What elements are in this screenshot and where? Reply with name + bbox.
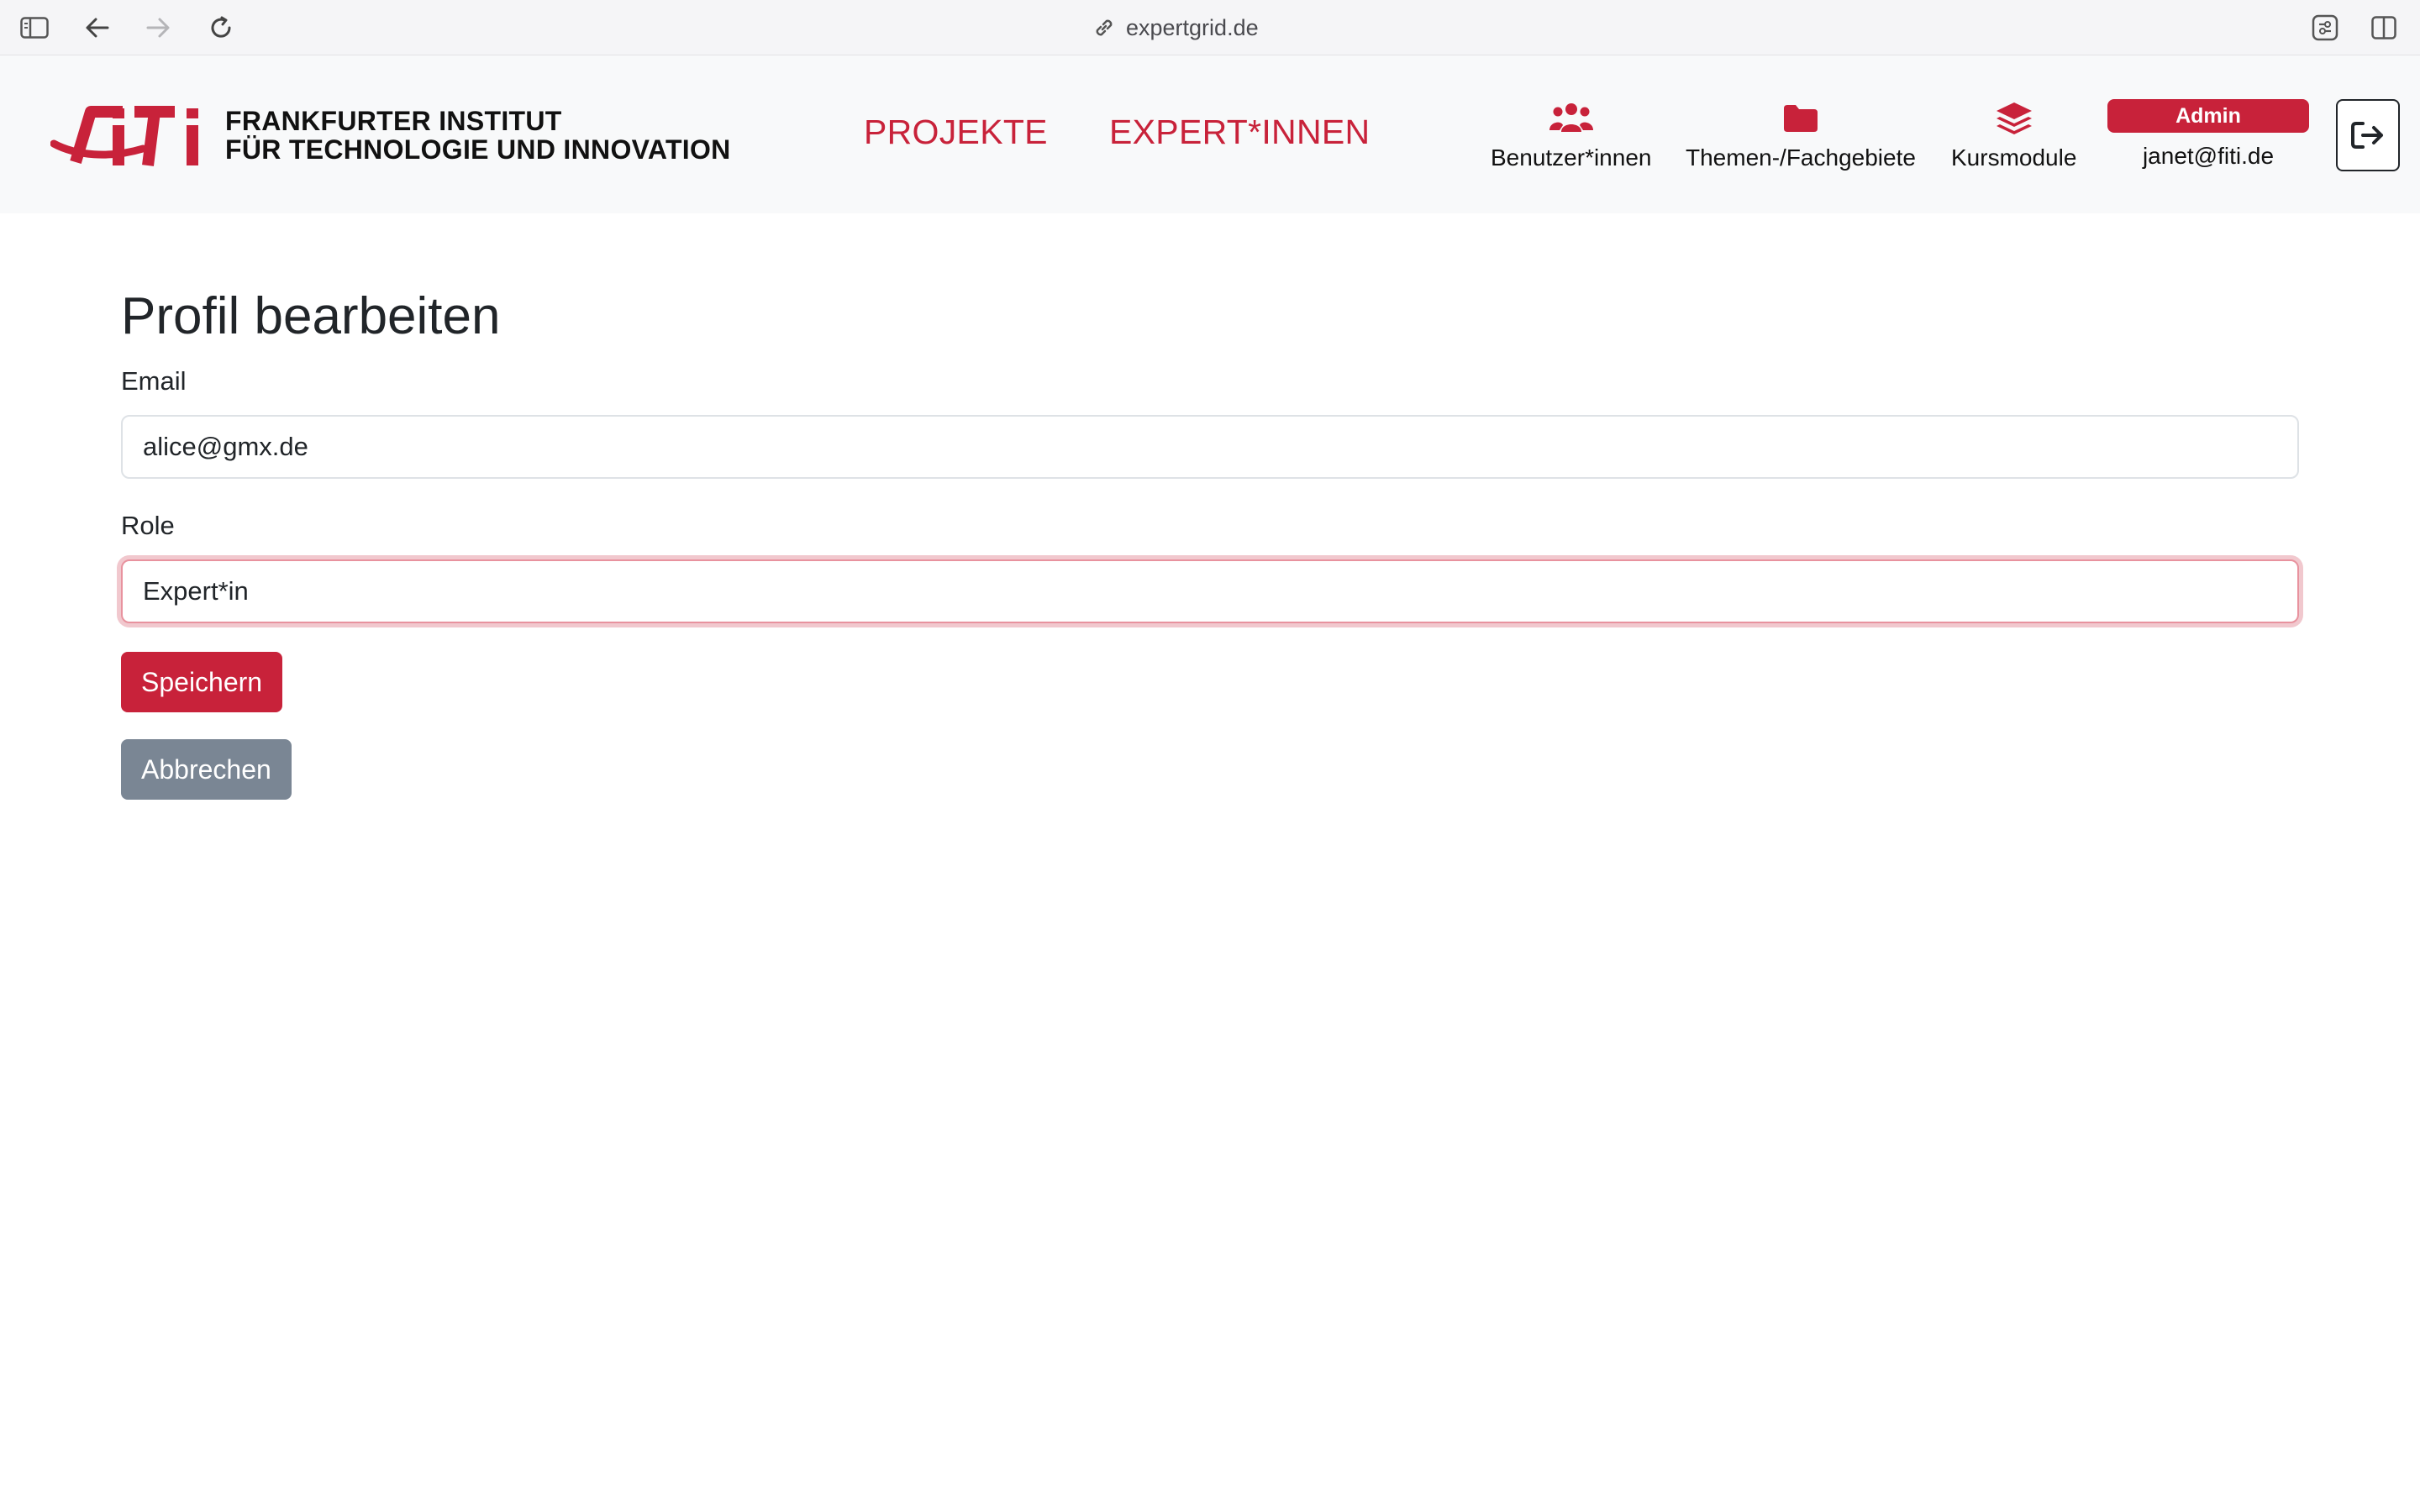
logout-button[interactable] bbox=[2336, 99, 2400, 171]
browser-toolbar: expertgrid.de bbox=[0, 0, 2420, 55]
cancel-button[interactable]: Abbrechen bbox=[121, 739, 292, 801]
address-bar[interactable]: expertgrid.de bbox=[1092, 12, 1259, 44]
email-field[interactable]: alice@gmx.de bbox=[121, 415, 2299, 480]
folder-icon bbox=[1783, 105, 1818, 132]
nav-tool-label: Themen-/Fachgebiete bbox=[1686, 144, 1916, 171]
reload-icon[interactable] bbox=[205, 12, 237, 44]
nav-tool-kursmodule[interactable]: Kursmodule bbox=[1951, 97, 2076, 171]
fiti-logo-mark bbox=[50, 106, 198, 166]
extensions-icon[interactable] bbox=[2309, 12, 2341, 44]
forward-icon[interactable] bbox=[143, 12, 175, 44]
sidebar-toggle-icon[interactable] bbox=[18, 12, 50, 44]
logout-icon bbox=[2351, 122, 2383, 149]
nav-link-expertinnen[interactable]: EXPERT*INNEN bbox=[1109, 113, 1370, 152]
navbar: FRANKFURTER INSTITUT FÜR TECHNOLOGIE UND… bbox=[0, 55, 2420, 213]
logo-text: FRANKFURTER INSTITUT FÜR TECHNOLOGIE UND… bbox=[225, 107, 731, 164]
layers-icon bbox=[1996, 102, 2032, 134]
role-field[interactable]: Expert*in bbox=[121, 559, 2299, 624]
email-label: Email bbox=[121, 366, 187, 396]
split-view-icon[interactable] bbox=[2368, 12, 2400, 44]
page-title: Profil bearbeiten bbox=[121, 287, 501, 345]
nav-tool-themen-fachgebiete[interactable]: Themen-/Fachgebiete bbox=[1686, 97, 1916, 171]
role-label: Role bbox=[121, 511, 175, 541]
nav-tool-label: Benutzer*innen bbox=[1491, 144, 1652, 171]
logo[interactable]: FRANKFURTER INSTITUT FÜR TECHNOLOGIE UND… bbox=[50, 97, 731, 173]
back-icon[interactable] bbox=[81, 12, 113, 44]
profile-form: Profil bearbeiten Email alice@gmx.de Rol… bbox=[121, 286, 2299, 801]
nav-link-projekte[interactable]: PROJEKTE bbox=[864, 113, 1048, 152]
save-button[interactable]: Speichern bbox=[121, 652, 283, 713]
nav-tool-label: Kursmodule bbox=[1951, 144, 2077, 171]
users-icon bbox=[1549, 103, 1593, 132]
user-info: Admin janet@fiti.de bbox=[2107, 99, 2309, 170]
nav-tool-benutzerinnen[interactable]: Benutzer*innen bbox=[1491, 97, 1651, 171]
url-text: expertgrid.de bbox=[1126, 14, 1259, 40]
user-email: janet@fiti.de bbox=[2142, 143, 2275, 169]
role-badge: Admin bbox=[2107, 99, 2309, 133]
link-icon bbox=[1096, 19, 1113, 36]
logo-line1: FRANKFURTER INSTITUT bbox=[225, 106, 562, 136]
logo-line2: FÜR TECHNOLOGIE UND INNOVATION bbox=[225, 134, 731, 165]
